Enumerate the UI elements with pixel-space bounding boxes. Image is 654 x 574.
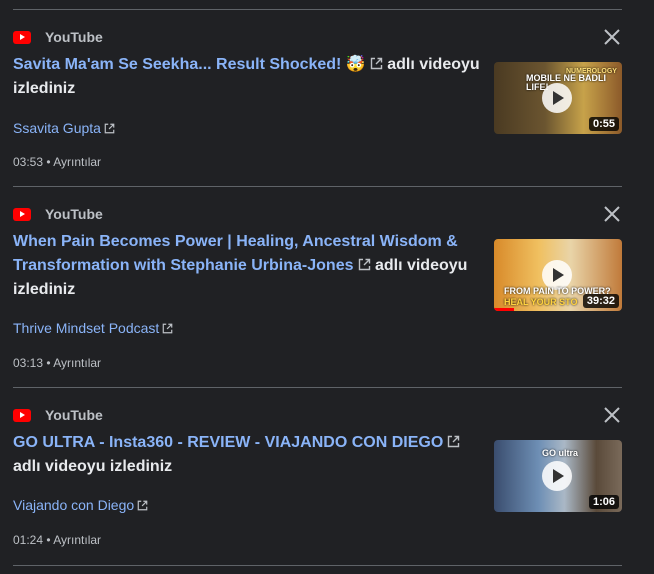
source-name: YouTube — [45, 206, 103, 222]
video-thumbnail[interactable]: GO ultra 1:06 — [494, 440, 622, 512]
details-link[interactable]: Ayrıntılar — [53, 533, 101, 547]
video-duration: 1:06 — [588, 495, 619, 509]
video-title-link[interactable]: GO ULTRA - Insta360 - REVIEW - VIAJANDO … — [13, 434, 460, 451]
divider — [13, 565, 622, 566]
youtube-logo-icon — [13, 408, 31, 422]
play-icon — [542, 461, 572, 491]
close-icon[interactable] — [602, 204, 622, 224]
activity-meta: 03:53 • Ayrıntılar — [13, 155, 101, 169]
channel-link[interactable]: Viajando con Diego — [13, 497, 148, 513]
video-duration: 39:32 — [582, 294, 619, 308]
close-icon[interactable] — [602, 27, 622, 47]
video-thumbnail[interactable]: FROM PAIN TO POWER? HEAL YOUR STO 39:32 — [494, 239, 622, 311]
video-title-text: Savita Ma'am Se Seekha... Result Shocked… — [13, 56, 366, 73]
channel-name: Thrive Mindset Podcast — [13, 320, 160, 336]
details-link[interactable]: Ayrıntılar — [53, 155, 101, 169]
close-icon[interactable] — [602, 405, 622, 425]
video-thumbnail[interactable]: NUMEROLOGY MOBILE NE BADLI LIFE! 0:55 — [494, 62, 622, 134]
source-name: YouTube — [45, 29, 103, 45]
external-link-icon — [104, 123, 115, 134]
external-link-icon — [162, 323, 173, 334]
channel-link[interactable]: Ssavita Gupta — [13, 120, 115, 136]
activity-title: When Pain Becomes Power | Healing, Ances… — [13, 230, 483, 302]
activity-title: GO ULTRA - Insta360 - REVIEW - VIAJANDO … — [13, 431, 483, 479]
external-link-icon — [137, 500, 148, 511]
play-icon — [542, 83, 572, 113]
external-link-icon — [358, 258, 371, 271]
channel-link[interactable]: Thrive Mindset Podcast — [13, 320, 173, 336]
divider — [13, 387, 622, 388]
activity-time: 01:24 — [13, 533, 44, 547]
source-row: YouTube — [13, 204, 103, 224]
channel-name: Ssavita Gupta — [13, 120, 101, 136]
source-row: YouTube — [13, 405, 103, 425]
activity-time: 03:13 — [13, 356, 44, 370]
external-link-icon — [447, 435, 460, 448]
activity-time: 03:53 — [13, 155, 44, 169]
divider — [13, 186, 622, 187]
youtube-logo-icon — [13, 30, 31, 44]
thumbnail-caption-2: HEAL YOUR STO — [504, 297, 578, 307]
activity-meta: 03:13 • Ayrıntılar — [13, 356, 101, 370]
source-row: YouTube — [13, 27, 103, 47]
source-name: YouTube — [45, 407, 103, 423]
youtube-logo-icon — [13, 207, 31, 221]
activity-meta: 01:24 • Ayrıntılar — [13, 533, 101, 547]
activity-item: YouTube Savita Ma'am Se Seekha... Result… — [13, 27, 622, 177]
video-duration: 0:55 — [588, 117, 619, 131]
channel-name: Viajando con Diego — [13, 497, 135, 513]
watch-progress-bar — [494, 308, 515, 311]
activity-title: Savita Ma'am Se Seekha... Result Shocked… — [13, 53, 483, 101]
details-link[interactable]: Ayrıntılar — [53, 356, 101, 370]
divider — [13, 9, 622, 10]
activity-item: YouTube GO ULTRA - Insta360 - REVIEW - V… — [13, 405, 622, 555]
activity-item: YouTube When Pain Becomes Power | Healin… — [13, 204, 622, 374]
external-link-icon — [370, 57, 383, 70]
thumbnail-caption: GO ultra — [542, 448, 579, 458]
title-suffix: adlı videoyu izlediniz — [13, 458, 173, 475]
video-title-text: GO ULTRA - Insta360 - REVIEW - VIAJANDO … — [13, 434, 444, 451]
video-title-link[interactable]: Savita Ma'am Se Seekha... Result Shocked… — [13, 56, 383, 73]
